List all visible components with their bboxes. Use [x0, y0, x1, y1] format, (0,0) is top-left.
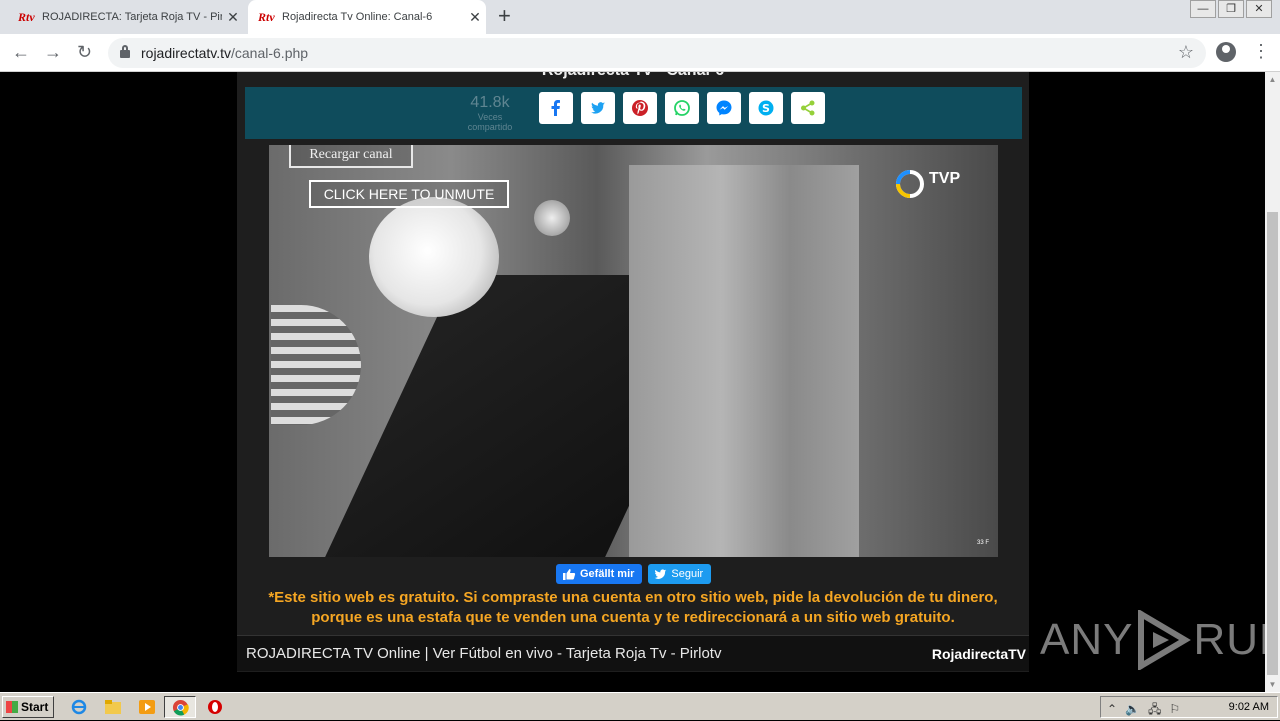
- opera-icon[interactable]: [206, 699, 224, 715]
- close-tab-icon[interactable]: ✕: [222, 9, 244, 26]
- reload-icon[interactable]: ↻: [77, 42, 92, 62]
- twitter-follow-button[interactable]: Seguir: [648, 564, 712, 584]
- pinterest-icon: [632, 100, 648, 116]
- free-site-notice: *Este sitio web es gratuito. Si comprast…: [237, 588, 1029, 628]
- menu-kebab-icon[interactable]: ⋮: [1252, 42, 1270, 60]
- scroll-thumb[interactable]: [1267, 212, 1278, 675]
- reload-channel-button[interactable]: Recargar canal: [289, 145, 413, 168]
- chrome-taskbar-button[interactable]: [164, 696, 196, 718]
- notice-line-1: *Este sitio web es gratuito. Si comprast…: [268, 589, 998, 606]
- social-buttons: Gefällt mir Seguir: [556, 564, 712, 584]
- restore-button[interactable]: ❐: [1218, 0, 1244, 18]
- window-controls: — ❐ ✕: [1188, 0, 1272, 18]
- facebook-icon: [551, 100, 560, 116]
- scroll-up-arrow-icon[interactable]: ▲: [1265, 72, 1280, 87]
- tab-rojadirecta-home[interactable]: Rtv ROJADIRECTA: Tarjeta Roja TV - Pir ✕: [8, 0, 244, 34]
- internet-explorer-icon[interactable]: [70, 699, 88, 715]
- share-whatsapp-button[interactable]: [665, 92, 699, 124]
- forward-arrow-icon[interactable]: →: [44, 42, 62, 62]
- video-frame-knob: [534, 200, 570, 236]
- share-skype-button[interactable]: S: [749, 92, 783, 124]
- share-pinterest-button[interactable]: [623, 92, 657, 124]
- clock[interactable]: 9:02 AM: [1229, 701, 1269, 713]
- profile-avatar-icon[interactable]: [1216, 42, 1236, 62]
- lock-icon[interactable]: [120, 45, 130, 58]
- like-label: Gefällt mir: [580, 568, 635, 580]
- video-frame-headlight: [369, 197, 499, 317]
- twitter-bird-icon: [655, 568, 667, 579]
- close-tab-icon[interactable]: ✕: [464, 9, 486, 26]
- system-tray: ⌃🔈🖧⚐ 9:02 AM: [1100, 696, 1278, 718]
- share-bar: 41.8k Veces compartido S: [245, 87, 1022, 139]
- unmute-button[interactable]: CLICK HERE TO UNMUTE: [309, 180, 509, 208]
- rtv-favicon-icon: Rtv: [258, 9, 275, 24]
- whatsapp-icon: [674, 100, 690, 116]
- browser-toolbar: ← → ↻ rojadirectatv.tv/canal-6.php ☆: [0, 34, 1280, 72]
- share-twitter-button[interactable]: [581, 92, 615, 124]
- share-count-label: Veces: [477, 112, 503, 122]
- minimize-button[interactable]: —: [1190, 0, 1216, 18]
- watermark-right-text: RUN: [1193, 615, 1265, 664]
- follow-label: Seguir: [671, 568, 704, 580]
- file-explorer-icon[interactable]: [104, 699, 122, 715]
- svg-text:S: S: [762, 102, 770, 115]
- start-label: Start: [21, 700, 49, 714]
- share-icon: [801, 100, 815, 116]
- tab-title: Rojadirecta Tv Online: Canal-6: [282, 11, 433, 23]
- bookmark-star-icon[interactable]: ☆: [1178, 42, 1194, 63]
- site-footer: ROJADIRECTA TV Online | Ver Fútbol en vi…: [237, 635, 1029, 671]
- share-count-number: 41.8k: [470, 94, 510, 111]
- thumbs-up-icon: [563, 569, 576, 580]
- url-text[interactable]: rojadirectatv.tv/canal-6.php: [141, 45, 308, 61]
- messenger-icon: [716, 100, 732, 116]
- tab-title: ROJADIRECTA: Tarjeta Roja TV - Pir: [42, 11, 222, 23]
- web-page: Rojadirecta Tv - Canal-6 41.8k Veces com…: [0, 72, 1265, 692]
- start-button[interactable]: Start: [2, 696, 54, 718]
- video-frame-figure: [629, 165, 859, 557]
- share-count-label-2: compartido: [467, 122, 513, 132]
- share-count: 41.8k Veces compartido: [450, 94, 530, 132]
- tab-strip: Rtv ROJADIRECTA: Tarjeta Roja TV - Pir ✕…: [0, 0, 1280, 34]
- tvp-logo-text: TVP: [929, 170, 961, 187]
- tab-canal-6[interactable]: Rtv Rojadirecta Tv Online: Canal-6 ✕: [248, 0, 486, 34]
- skype-icon: S: [758, 100, 774, 116]
- windows-logo-icon: [6, 701, 18, 713]
- notice-line-2: porque es una estafa que te venden una c…: [311, 609, 955, 626]
- footer-brand-link[interactable]: RojadirectaTV: [932, 646, 1026, 662]
- share-more-button[interactable]: [791, 92, 825, 124]
- close-window-button[interactable]: ✕: [1246, 0, 1272, 18]
- scroll-down-arrow-icon[interactable]: ▼: [1265, 677, 1280, 692]
- anyrun-watermark: ANY RUN: [1040, 610, 1265, 670]
- video-stamp: 33 F: [977, 540, 990, 546]
- tray-icons[interactable]: ⌃🔈🖧⚐: [1107, 700, 1188, 721]
- share-messenger-button[interactable]: [707, 92, 741, 124]
- tvp-logo-icon: [896, 170, 924, 198]
- back-arrow-icon[interactable]: ←: [12, 42, 30, 62]
- play-triangle-icon: [1138, 610, 1192, 670]
- address-bar[interactable]: rojadirectatv.tv/canal-6.php ☆: [108, 38, 1206, 68]
- watermark-left-text: ANY: [1040, 615, 1134, 664]
- page-heading: Rojadirecta Tv - Canal-6: [237, 72, 1029, 80]
- media-player-icon[interactable]: [138, 699, 156, 715]
- twitter-icon: [591, 102, 605, 114]
- rtv-favicon-icon: Rtv: [18, 9, 35, 24]
- url-domain: rojadirectatv.tv: [141, 45, 231, 61]
- video-player[interactable]: Recargar canal CLICK HERE TO UNMUTE TVP …: [269, 145, 998, 557]
- chrome-icon: [172, 699, 189, 716]
- page-scrollbar[interactable]: ▲ ▼: [1265, 72, 1280, 692]
- main-content: Rojadirecta Tv - Canal-6 41.8k Veces com…: [237, 72, 1029, 672]
- url-path: /canal-6.php: [231, 45, 309, 61]
- taskbar: Start ⌃🔈🖧⚐ 9:02 AM: [0, 692, 1280, 720]
- facebook-like-button[interactable]: Gefällt mir: [556, 564, 643, 584]
- share-facebook-button[interactable]: [539, 92, 573, 124]
- new-tab-button[interactable]: +: [498, 5, 511, 27]
- footer-description: ROJADIRECTA TV Online | Ver Fútbol en vi…: [246, 645, 722, 662]
